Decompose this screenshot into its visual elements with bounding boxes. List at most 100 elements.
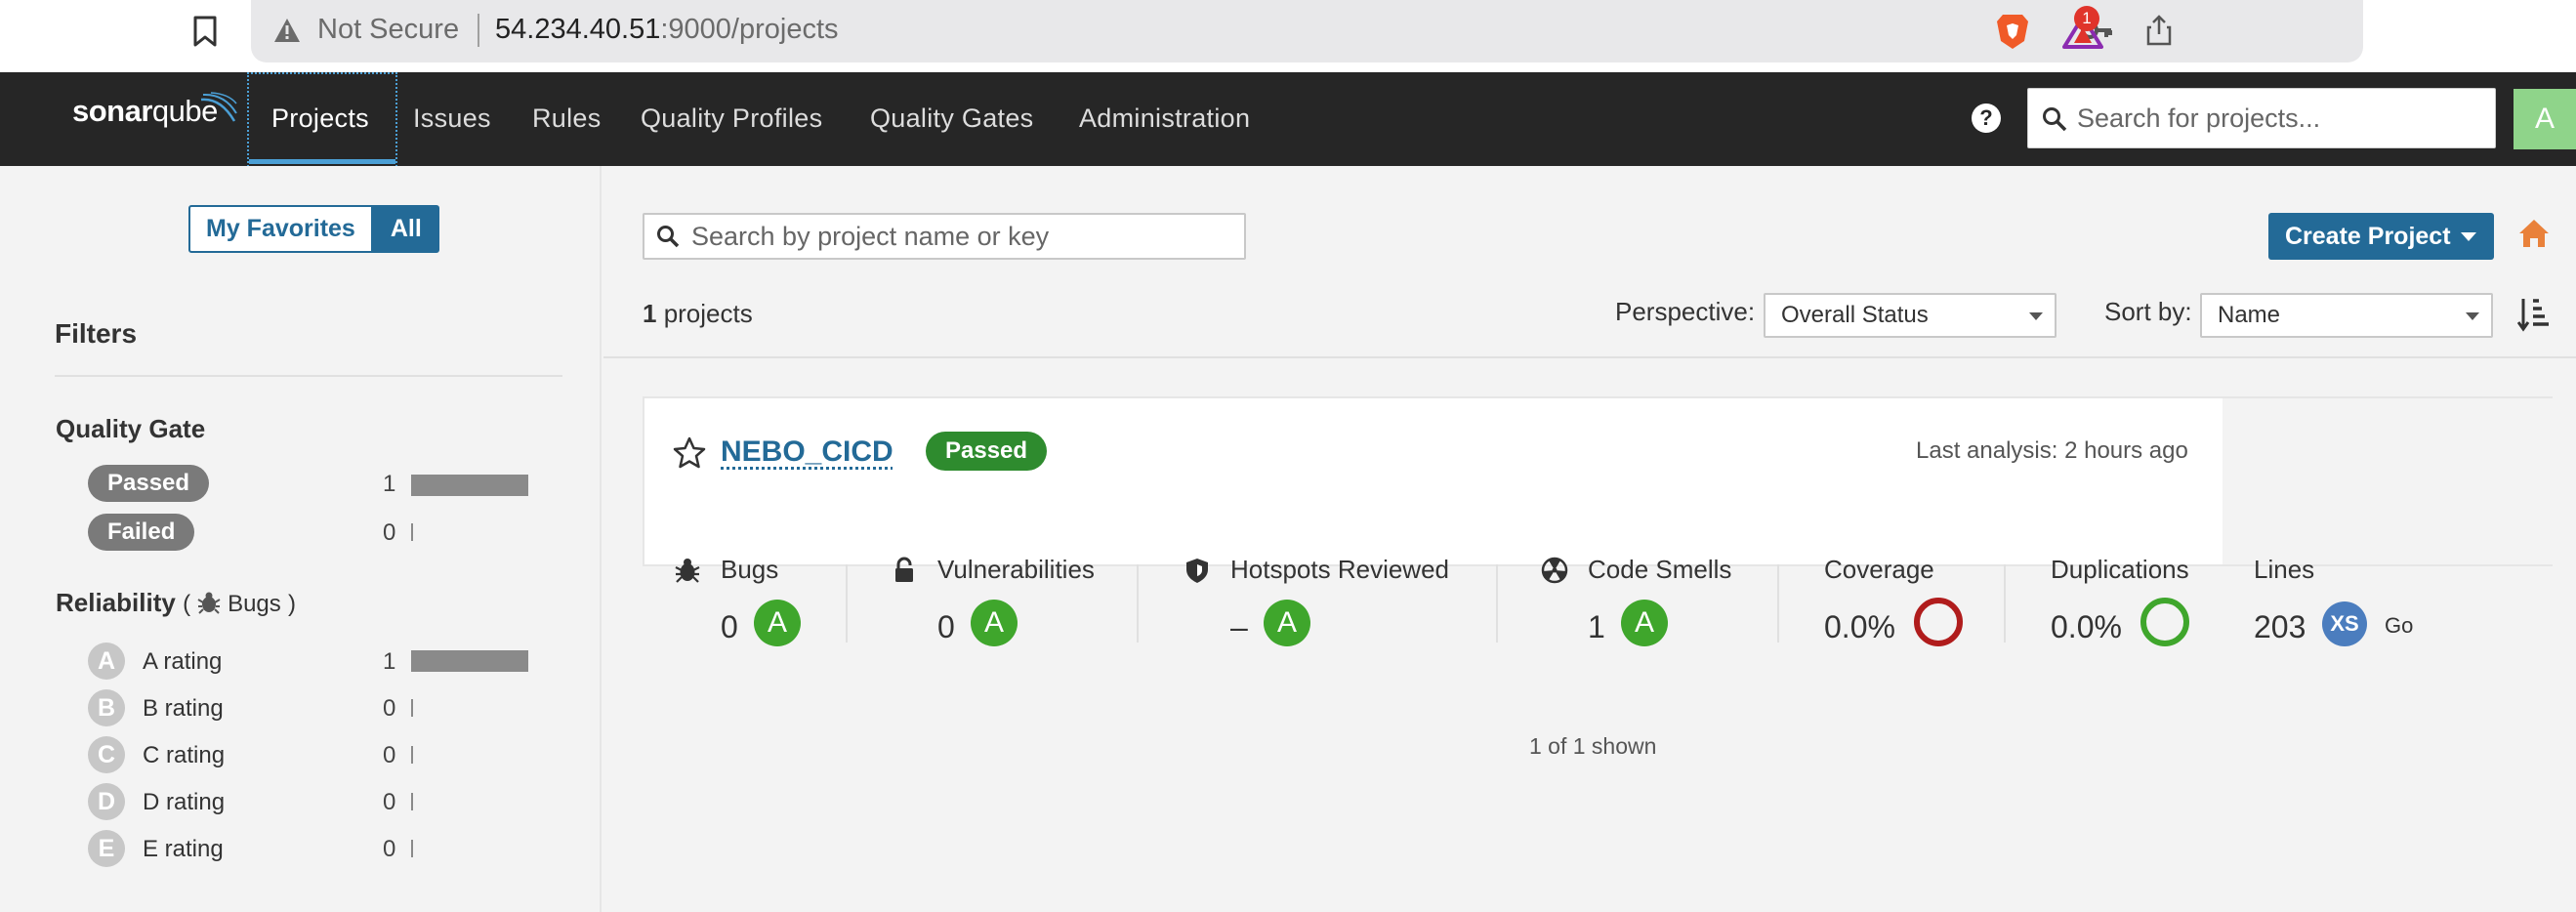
rating-d-count: 0 [383, 789, 396, 815]
help-icon[interactable]: ? [1972, 104, 2001, 133]
reliability-title: Reliability [56, 588, 176, 617]
qg-failed-pill[interactable]: Failed [88, 514, 195, 551]
rating-c-count: 0 [383, 742, 396, 768]
vulnerabilities-value[interactable]: 0 [937, 609, 955, 645]
perspective-value: Overall Status [1781, 302, 1929, 328]
sort-label: Sort by: [2104, 297, 2192, 326]
projects-count-label: projects [656, 299, 753, 328]
chevron-down-icon [2029, 312, 2043, 320]
create-project-button[interactable]: Create Project [2268, 213, 2494, 260]
nav-quality-gates[interactable]: Quality Gates [870, 104, 1033, 134]
url-text[interactable]: 54.234.40.51:9000/projects [495, 14, 839, 46]
reliability-sub: Bugs [228, 591, 281, 617]
url-path: :9000/projects [660, 14, 839, 45]
sort-value: Name [2218, 302, 2281, 328]
code-smells-value[interactable]: 1 [1588, 609, 1605, 645]
paren-open: ( [183, 591, 191, 617]
bug-icon [675, 559, 700, 583]
projects-count-number: 1 [643, 299, 657, 328]
bug-icon [197, 592, 221, 614]
quality-gate-facet-title[interactable]: Quality Gate [56, 414, 205, 444]
search-icon [657, 226, 680, 248]
perspective-label: Perspective: [1615, 297, 1756, 326]
qg-passed-pill[interactable]: Passed [88, 465, 210, 502]
nav-administration[interactable]: Administration [1079, 104, 1250, 134]
filters-title: Filters [55, 318, 138, 349]
shown-count: 1 of 1 shown [1529, 733, 1657, 759]
shield-icon [1186, 559, 1208, 583]
duplications-value[interactable]: 0.0% [2051, 609, 2122, 645]
projects-count: 1 projects [643, 299, 753, 329]
divider [603, 356, 2576, 358]
qg-passed-bar [411, 475, 528, 496]
address-bar[interactable]: Not Secure 54.234.40.51:9000/projects [251, 0, 2363, 62]
user-avatar[interactable]: A [2514, 89, 2576, 149]
bugs-label: Bugs [721, 555, 779, 584]
not-secure-label: Not Secure [317, 14, 460, 45]
bugs-grade[interactable]: A [754, 600, 801, 646]
bookmark-icon[interactable] [191, 16, 219, 47]
language-label: Go [2385, 613, 2414, 638]
url-separator [478, 14, 479, 47]
rating-b-count: 0 [383, 695, 396, 722]
star-icon[interactable] [672, 435, 707, 471]
create-project-label: Create Project [2285, 223, 2451, 250]
rating-e-label[interactable]: E rating [143, 836, 224, 863]
sonarqube-logo[interactable]: sonarqube [72, 94, 218, 129]
qg-failed-count: 0 [383, 519, 396, 546]
hotspots-grade[interactable]: A [1264, 600, 1310, 646]
project-name-link[interactable]: NEBO_CICD [721, 435, 893, 469]
vulnerabilities-grade[interactable]: A [971, 600, 1018, 646]
divider [55, 375, 562, 377]
rating-d-label[interactable]: D rating [143, 789, 225, 816]
home-icon[interactable] [2517, 217, 2551, 250]
share-icon[interactable] [2142, 14, 2176, 47]
rating-e-badge: E [88, 830, 125, 867]
favorites-toggle: My Favorites All [188, 205, 439, 253]
coverage-ring [1914, 598, 1963, 646]
global-search[interactable] [2027, 88, 2496, 148]
rating-b-bar [411, 699, 413, 717]
sort-select[interactable]: Name [2200, 293, 2493, 338]
nav-quality-profiles[interactable]: Quality Profiles [641, 104, 822, 134]
reliability-facet-title[interactable]: Reliability (Bugs ) [56, 588, 296, 618]
code-smells-label: Code Smells [1588, 555, 1732, 584]
perspective-select[interactable]: Overall Status [1764, 293, 2057, 338]
coverage-value[interactable]: 0.0% [1824, 609, 1895, 645]
code-smell-icon [1541, 557, 1568, 584]
nav-projects[interactable]: Projects [271, 104, 369, 134]
url-host: 54.234.40.51 [495, 14, 661, 45]
my-favorites-button[interactable]: My Favorites [188, 205, 373, 253]
project-search-input[interactable] [691, 221, 1238, 252]
rating-a-badge: A [88, 643, 125, 680]
global-search-input[interactable] [2077, 101, 2477, 136]
nav-issues[interactable]: Issues [413, 104, 491, 134]
code-smells-grade[interactable]: A [1621, 600, 1668, 646]
rating-c-label[interactable]: C rating [143, 742, 225, 769]
bugs-value[interactable]: 0 [721, 609, 738, 645]
duplications-ring [2140, 598, 2189, 646]
rating-c-badge: C [88, 736, 125, 773]
qg-failed-bar [411, 523, 413, 541]
hotspots-value[interactable]: – [1230, 609, 1248, 645]
hotspots-label: Hotspots Reviewed [1230, 555, 1449, 584]
lines-panel [2223, 398, 2553, 564]
logo-bold: sonar [72, 94, 152, 128]
nav-rules[interactable]: Rules [532, 104, 602, 134]
metric-separator [1777, 564, 1779, 643]
metric-separator [1496, 564, 1498, 643]
rating-a-label[interactable]: A rating [143, 648, 222, 676]
nav-active-underline [249, 159, 395, 164]
brave-shield-icon[interactable] [1995, 12, 2030, 51]
coverage-label: Coverage [1824, 555, 1934, 584]
all-button[interactable]: All [372, 205, 439, 253]
project-search[interactable] [643, 213, 1246, 260]
rewards-badge: 1 [2074, 6, 2099, 31]
sort-direction-icon[interactable] [2517, 295, 2551, 334]
rating-b-label[interactable]: B rating [143, 695, 224, 723]
lines-label: Lines [2254, 555, 2315, 584]
metric-separator [2004, 564, 2006, 643]
size-rating-badge: XS [2322, 601, 2367, 646]
rating-a-bar [411, 650, 528, 672]
lock-icon [895, 557, 913, 582]
